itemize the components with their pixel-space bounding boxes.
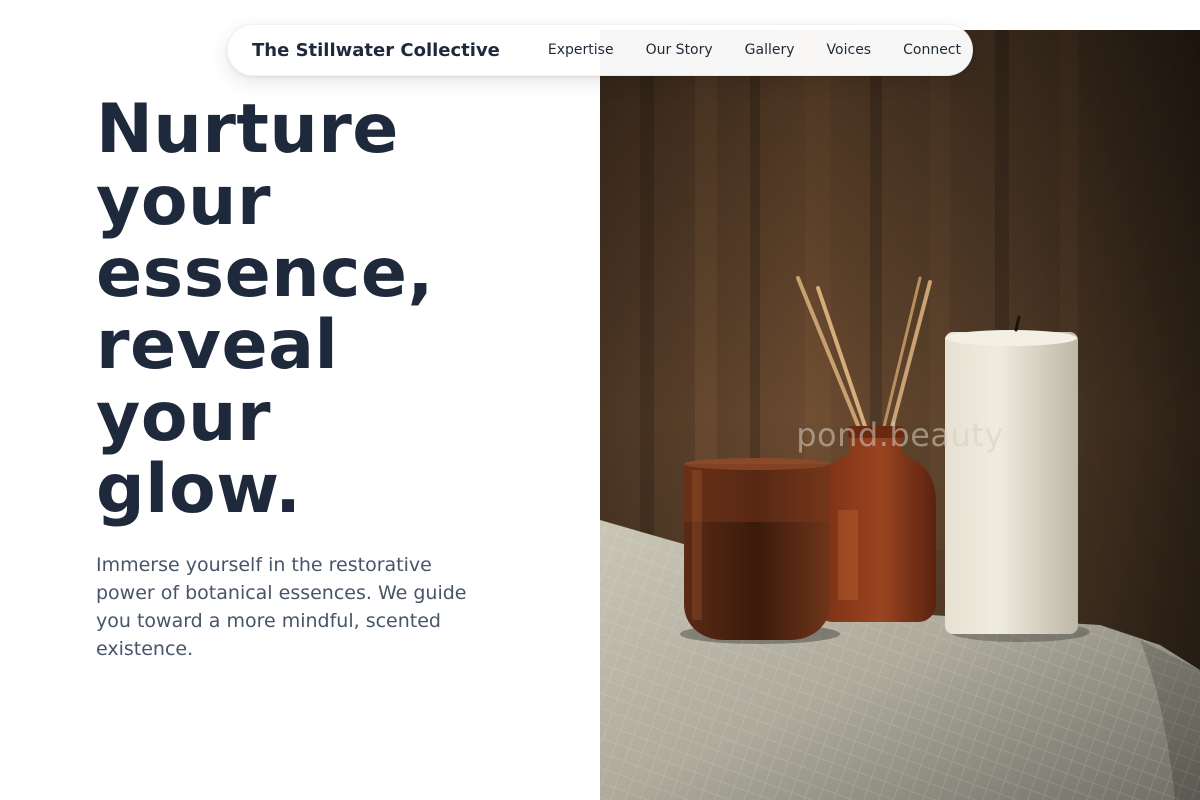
- headline-line: your: [96, 378, 271, 457]
- headline-line: reveal: [96, 306, 339, 385]
- amber-candle-jar: [684, 458, 830, 640]
- nav-link-gallery[interactable]: Gallery: [745, 42, 795, 58]
- headline-line: essence,: [96, 234, 434, 313]
- headline-line: your: [96, 162, 271, 241]
- top-nav: The Stillwater Collective Expertise Our …: [227, 24, 973, 76]
- nav-links: Expertise Our Story Gallery Voices Conne…: [548, 42, 961, 58]
- image-watermark: pond.beauty: [796, 416, 1004, 454]
- nav-link-our-story[interactable]: Our Story: [646, 42, 713, 58]
- headline-line: Nurture: [96, 90, 399, 169]
- nav-link-voices[interactable]: Voices: [827, 42, 872, 58]
- pillar-candle: [945, 315, 1078, 634]
- nav-link-expertise[interactable]: Expertise: [548, 42, 614, 58]
- brand-logo[interactable]: The Stillwater Collective: [252, 40, 500, 61]
- headline-line: glow.: [96, 450, 302, 529]
- hero-description: Immerse yourself in the restorative powe…: [96, 554, 467, 660]
- nav-link-connect[interactable]: Connect: [903, 42, 961, 58]
- hero-image: pond.beauty: [600, 30, 1200, 800]
- still-life-photo: [600, 30, 1200, 800]
- page: pond.beauty The Stillwater Collective Ex…: [0, 0, 1200, 800]
- hero-headline: Nurture your essence, reveal your glow.: [96, 94, 566, 526]
